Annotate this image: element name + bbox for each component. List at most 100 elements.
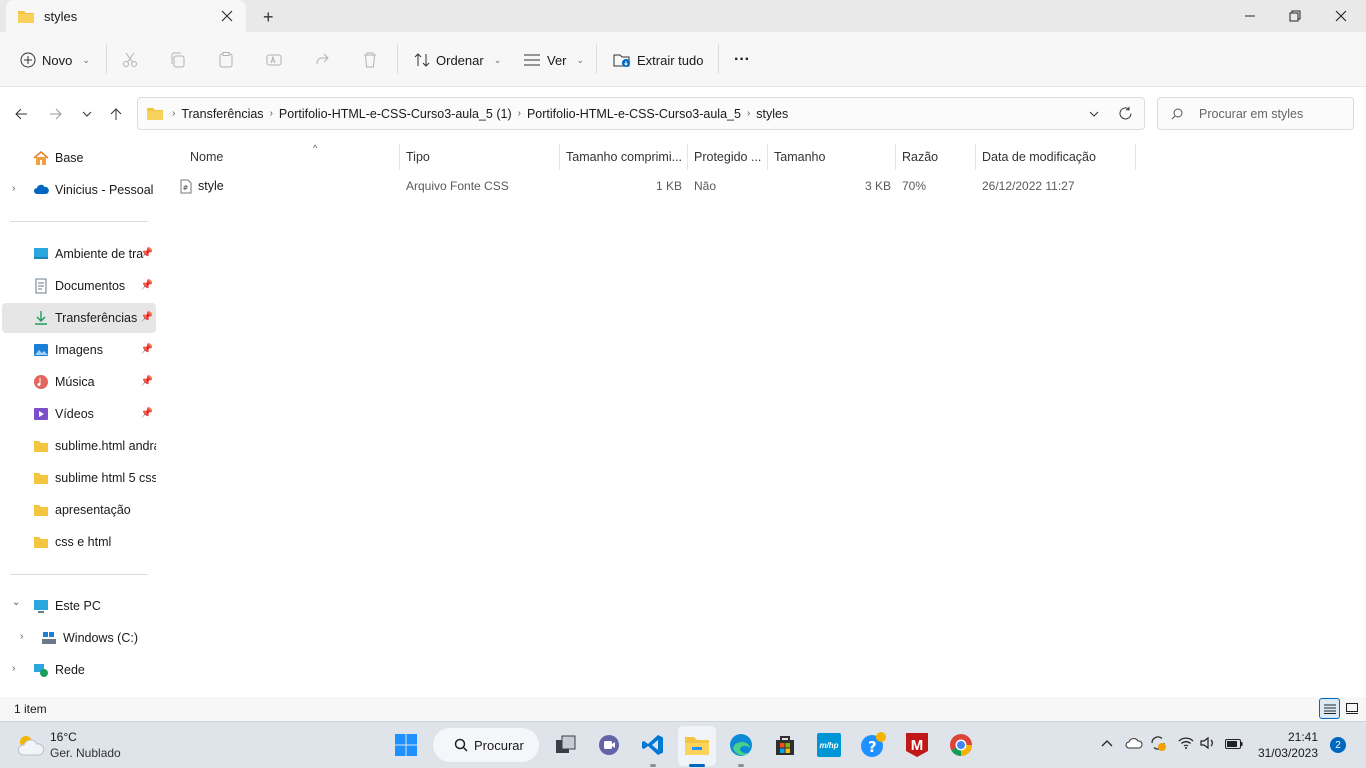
chrome-button[interactable] bbox=[947, 731, 975, 759]
store-button[interactable] bbox=[771, 731, 799, 759]
rename-button[interactable] bbox=[266, 46, 282, 74]
view-button[interactable]: Ver ⌄ bbox=[523, 46, 584, 74]
paste-button[interactable] bbox=[218, 46, 234, 74]
breadcrumb-item[interactable]: Portifolio-HTML-e-CSS-Curso3-aula_5 bbox=[527, 107, 741, 121]
large-icons-view-button[interactable] bbox=[1343, 699, 1361, 717]
column-header-name[interactable]: Nome ^ bbox=[184, 144, 399, 170]
pin-icon[interactable]: 📌 bbox=[141, 248, 153, 259]
sidebar-item-onedrive[interactable]: › Vinicius - Pessoal bbox=[2, 175, 156, 205]
get-help-button[interactable]: ? bbox=[859, 731, 887, 759]
column-header-protected[interactable]: Protegido ... bbox=[688, 144, 767, 170]
volume-button[interactable] bbox=[1200, 736, 1216, 753]
column-header-type[interactable]: Tipo bbox=[400, 144, 559, 170]
minimize-button[interactable] bbox=[1227, 0, 1273, 32]
sidebar-item-music[interactable]: Música 📌 bbox=[2, 367, 156, 397]
pin-icon[interactable]: 📌 bbox=[141, 280, 153, 291]
pin-icon[interactable]: 📌 bbox=[141, 408, 153, 419]
sidebar-item-base[interactable]: Base bbox=[2, 143, 156, 173]
documents-icon bbox=[35, 278, 47, 294]
item-count: 1 item bbox=[14, 702, 47, 716]
taskbar-search[interactable]: Procurar bbox=[433, 728, 539, 762]
extract-all-button[interactable]: Extrair tudo bbox=[613, 46, 703, 74]
refresh-icon[interactable] bbox=[1118, 106, 1133, 121]
edge-button[interactable] bbox=[727, 731, 755, 759]
maximize-button[interactable] bbox=[1272, 0, 1318, 32]
vscode-button[interactable] bbox=[639, 731, 667, 759]
search-input[interactable]: Procurar em styles bbox=[1157, 97, 1354, 130]
column-divider[interactable] bbox=[1135, 144, 1136, 170]
column-label: Nome bbox=[190, 150, 224, 164]
clock[interactable]: 21:41 31/03/2023 bbox=[1254, 729, 1318, 761]
teams-chat-button[interactable] bbox=[595, 731, 623, 759]
delete-button[interactable] bbox=[362, 46, 378, 74]
column-header-size[interactable]: Tamanho bbox=[768, 144, 895, 170]
sidebar-item-label: Rede bbox=[55, 663, 85, 677]
active-indicator bbox=[689, 764, 705, 767]
battery-icon bbox=[1225, 739, 1243, 749]
cut-button[interactable] bbox=[122, 46, 138, 74]
file-name[interactable]: style bbox=[198, 179, 224, 193]
close-window-button[interactable] bbox=[1318, 0, 1364, 32]
sync-tray-button[interactable] bbox=[1149, 734, 1167, 755]
sidebar-item-documents[interactable]: Documentos 📌 bbox=[2, 271, 156, 301]
start-button[interactable] bbox=[392, 731, 420, 759]
sidebar-item-label: Música bbox=[55, 375, 95, 389]
wifi-button[interactable] bbox=[1178, 736, 1194, 753]
chevron-down-icon: ⌄ bbox=[82, 54, 90, 65]
sidebar-item-downloads[interactable]: Transferências 📌 bbox=[2, 303, 156, 333]
new-button[interactable]: Novo ⌄ bbox=[20, 46, 90, 74]
forward-button[interactable] bbox=[46, 104, 66, 124]
new-tab-button[interactable]: + bbox=[263, 8, 281, 26]
column-header-modified[interactable]: Data de modificação bbox=[976, 144, 1135, 170]
sidebar-item-folder[interactable]: css e html bbox=[2, 527, 156, 557]
column-header-ratio[interactable]: Razão bbox=[896, 144, 975, 170]
sidebar-item-videos[interactable]: Vídeos 📌 bbox=[2, 399, 156, 429]
pin-icon[interactable]: 📌 bbox=[141, 312, 153, 323]
sidebar-item-desktop[interactable]: Ambiente de tra 📌 bbox=[2, 239, 156, 269]
close-tab-icon[interactable] bbox=[220, 9, 234, 23]
sidebar-item-pictures[interactable]: Imagens 📌 bbox=[2, 335, 156, 365]
pictures-icon bbox=[34, 344, 48, 356]
mcafee-button[interactable]: M bbox=[903, 731, 931, 759]
sort-button[interactable]: Ordenar ⌄ bbox=[414, 46, 501, 74]
battery-button[interactable] bbox=[1225, 738, 1243, 752]
notification-badge[interactable]: 2 bbox=[1330, 737, 1346, 753]
share-button[interactable] bbox=[314, 46, 330, 74]
address-bar[interactable]: › Transferências › Portifolio-HTML-e-CSS… bbox=[137, 97, 1145, 130]
svg-text:#: # bbox=[183, 184, 189, 192]
breadcrumb-item[interactable]: Portifolio-HTML-e-CSS-Curso3-aula_5 (1) bbox=[279, 107, 512, 121]
chevron-down-icon[interactable] bbox=[1088, 108, 1100, 120]
chevron-down-icon[interactable]: ⌄ bbox=[12, 597, 20, 608]
file-explorer-button[interactable] bbox=[683, 731, 711, 759]
sidebar-item-this-pc[interactable]: ⌄ Este PC bbox=[2, 591, 156, 621]
up-button[interactable] bbox=[106, 104, 126, 124]
tab-title: styles bbox=[44, 8, 78, 24]
sidebar-item-folder[interactable]: apresentação bbox=[2, 495, 156, 525]
column-header-compressed-size[interactable]: Tamanho comprimi... bbox=[560, 144, 687, 170]
pin-icon[interactable]: 📌 bbox=[141, 376, 153, 387]
task-view-button[interactable] bbox=[552, 731, 580, 759]
breadcrumb-item[interactable]: Transferências bbox=[181, 107, 263, 121]
restore-icon bbox=[1289, 10, 1301, 22]
chevron-right-icon[interactable]: › bbox=[12, 183, 15, 194]
onedrive-tray-button[interactable] bbox=[1125, 736, 1143, 753]
recent-locations-button[interactable] bbox=[77, 104, 97, 124]
sidebar-item-folder[interactable]: sublime.html andra bbox=[2, 431, 156, 461]
myhp-button[interactable]: m/hp bbox=[815, 731, 843, 759]
back-button[interactable] bbox=[11, 104, 31, 124]
weather-widget[interactable]: 16°C Ger. Nublado bbox=[14, 729, 164, 763]
window-tab[interactable]: styles bbox=[6, 0, 246, 32]
chevron-right-icon[interactable]: › bbox=[20, 631, 23, 642]
sidebar-item-folder[interactable]: sublime html 5 css bbox=[2, 463, 156, 493]
chevron-right-icon[interactable]: › bbox=[12, 663, 15, 674]
sidebar-item-network[interactable]: › Rede bbox=[2, 655, 156, 685]
breadcrumb-item[interactable]: styles bbox=[756, 107, 788, 121]
more-options-button[interactable]: ··· bbox=[734, 46, 750, 74]
sidebar-item-drive[interactable]: › Windows (C:) bbox=[2, 623, 156, 653]
wifi-icon bbox=[1178, 737, 1194, 749]
view-icon bbox=[524, 54, 540, 66]
details-view-button[interactable] bbox=[1319, 698, 1340, 719]
copy-button[interactable] bbox=[170, 46, 186, 74]
pin-icon[interactable]: 📌 bbox=[141, 344, 153, 355]
show-hidden-icons-button[interactable] bbox=[1100, 736, 1114, 753]
